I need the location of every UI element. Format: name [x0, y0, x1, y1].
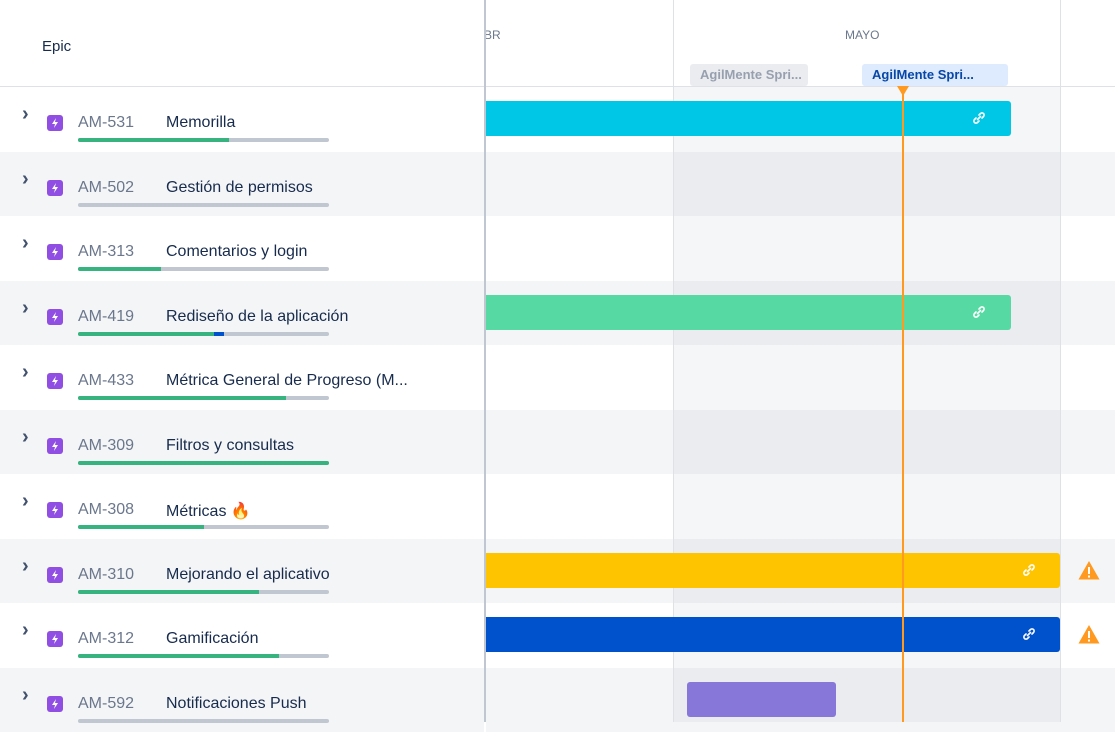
- sprint-chip-current[interactable]: AgilMente Spri...: [862, 64, 1008, 86]
- chevron-right-icon[interactable]: ›: [22, 104, 34, 124]
- chevron-right-icon[interactable]: ›: [22, 362, 34, 382]
- epic-key[interactable]: AM-313: [78, 243, 134, 261]
- epic-progress-bar: [78, 654, 329, 658]
- epic-row-label-cell[interactable]: › AM-310 Mejorando el aplicativo: [0, 539, 484, 603]
- link-icon[interactable]: [1020, 561, 1038, 579]
- epic-progress-bar: [78, 267, 329, 271]
- epic-progress-bar: [78, 138, 329, 142]
- epic-progress-bar: [78, 332, 329, 336]
- epic-row-label-cell[interactable]: › AM-312 Gamificación: [0, 603, 484, 667]
- epic-key[interactable]: AM-308: [78, 501, 134, 519]
- epic-timeline-bar[interactable]: [687, 682, 836, 717]
- sprint-chip-past[interactable]: AgilMente Spri...: [690, 64, 808, 86]
- progress-done-segment: [78, 590, 259, 594]
- epic-summary[interactable]: Métrica General de Progreso (M...: [166, 372, 408, 390]
- progress-inprogress-segment: [213, 332, 224, 336]
- chevron-right-icon[interactable]: ›: [22, 491, 34, 511]
- progress-done-segment: [78, 654, 279, 658]
- link-icon[interactable]: [1020, 625, 1038, 643]
- epic-key[interactable]: AM-531: [78, 114, 134, 132]
- epic-summary[interactable]: Mejorando el aplicativo: [166, 566, 330, 584]
- epic-row-label-cell[interactable]: › AM-313 Comentarios y login: [0, 216, 484, 280]
- epic-summary[interactable]: Gamificación: [166, 630, 258, 648]
- epic-timeline-bar[interactable]: [486, 295, 1011, 330]
- epic-timeline-bar[interactable]: [486, 617, 1060, 652]
- progress-done-segment: [78, 461, 329, 465]
- epic-lightning-icon: [47, 567, 63, 583]
- warning-icon[interactable]: [1077, 559, 1101, 581]
- epic-row-label-cell[interactable]: › AM-419 Rediseño de la aplicación: [0, 281, 484, 345]
- chevron-right-icon[interactable]: ›: [22, 556, 34, 576]
- epic-key[interactable]: AM-309: [78, 437, 134, 455]
- epic-progress-bar: [78, 590, 329, 594]
- epic-row-label-cell[interactable]: › AM-433 Métrica General de Progreso (M...: [0, 345, 484, 409]
- epic-key[interactable]: AM-312: [78, 630, 134, 648]
- month-gridline: [1060, 0, 1061, 722]
- epic-summary[interactable]: Métricas 🔥: [166, 501, 251, 521]
- epic-timeline-bar[interactable]: [486, 553, 1060, 588]
- progress-done-segment: [78, 138, 229, 142]
- chevron-right-icon[interactable]: ›: [22, 298, 34, 318]
- epic-lightning-icon: [47, 373, 63, 389]
- epic-summary[interactable]: Gestión de permisos: [166, 179, 313, 197]
- epic-row-label-cell[interactable]: › AM-531 Memorilla: [0, 87, 484, 151]
- link-icon[interactable]: [970, 303, 988, 321]
- epic-progress-bar: [78, 396, 329, 400]
- epic-lightning-icon: [47, 309, 63, 325]
- progress-done-segment: [78, 267, 161, 271]
- chevron-right-icon[interactable]: ›: [22, 169, 34, 189]
- epic-progress-bar: [78, 525, 329, 529]
- epic-lightning-icon: [47, 502, 63, 518]
- epic-row-label-cell[interactable]: › AM-309 Filtros y consultas: [0, 410, 484, 474]
- epic-key[interactable]: AM-433: [78, 372, 134, 390]
- epic-key[interactable]: AM-592: [78, 695, 134, 713]
- epic-summary[interactable]: Memorilla: [166, 114, 235, 132]
- epic-column-header: Epic: [0, 0, 484, 87]
- warning-icon[interactable]: [1077, 623, 1101, 645]
- chevron-right-icon[interactable]: ›: [22, 427, 34, 447]
- epic-key[interactable]: AM-502: [78, 179, 134, 197]
- epic-lightning-icon: [47, 438, 63, 454]
- progress-done-segment: [78, 525, 204, 529]
- link-icon[interactable]: [970, 109, 988, 127]
- progress-done-segment: [78, 332, 214, 336]
- epic-summary[interactable]: Filtros y consultas: [166, 437, 294, 455]
- epic-key[interactable]: AM-310: [78, 566, 134, 584]
- epic-progress-bar: [78, 203, 329, 207]
- epic-progress-bar: [78, 719, 329, 723]
- epic-timeline-bar[interactable]: [486, 101, 1011, 136]
- chevron-right-icon[interactable]: ›: [22, 620, 34, 640]
- epic-lightning-icon: [47, 631, 63, 647]
- chevron-right-icon[interactable]: ›: [22, 685, 34, 705]
- epic-column-title: Epic: [42, 38, 72, 55]
- epic-summary[interactable]: Comentarios y login: [166, 243, 307, 261]
- progress-done-segment: [78, 396, 287, 400]
- today-line: [902, 92, 904, 722]
- epic-lightning-icon: [47, 244, 63, 260]
- epic-lightning-icon: [47, 115, 63, 131]
- epic-progress-bar: [78, 461, 329, 465]
- month-label-previous: BR: [484, 28, 501, 42]
- chevron-right-icon[interactable]: ›: [22, 233, 34, 253]
- epic-key[interactable]: AM-419: [78, 308, 134, 326]
- epic-summary[interactable]: Notificaciones Push: [166, 695, 307, 713]
- epic-lightning-icon: [47, 696, 63, 712]
- epic-lightning-icon: [47, 180, 63, 196]
- epic-row-label-cell[interactable]: › AM-592 Notificaciones Push: [0, 668, 484, 732]
- month-label: MAYO: [845, 28, 880, 42]
- epic-summary[interactable]: Rediseño de la aplicación: [166, 308, 348, 326]
- epic-row-label-cell[interactable]: › AM-502 Gestión de permisos: [0, 152, 484, 216]
- epic-row-label-cell[interactable]: › AM-308 Métricas 🔥: [0, 474, 484, 538]
